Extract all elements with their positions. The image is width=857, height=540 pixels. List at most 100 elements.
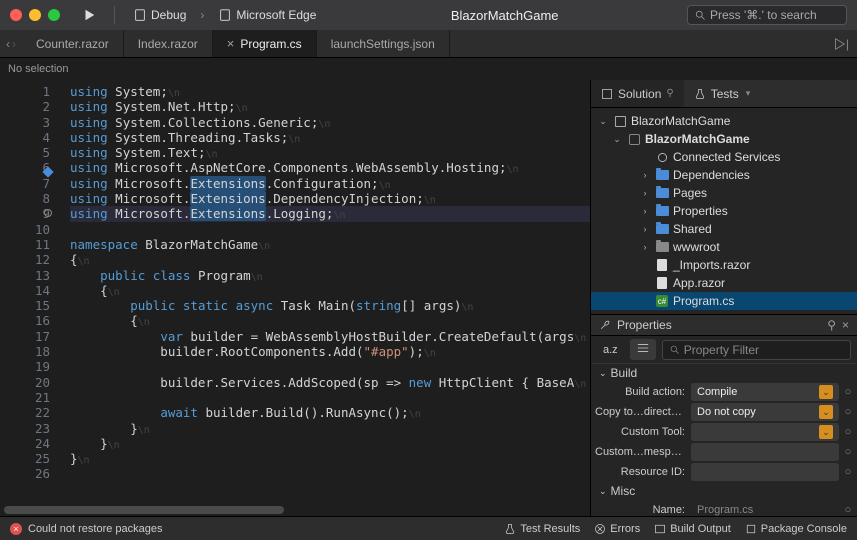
tab-tests[interactable]: Tests ▾ (684, 80, 761, 107)
file-icon (657, 259, 667, 271)
tab-counter-razor[interactable]: Counter.razor (22, 30, 124, 57)
prop-marker[interactable]: ○ (843, 466, 853, 478)
properties-header: Properties ⚲ × (591, 314, 857, 336)
expand-icon[interactable]: › (639, 170, 651, 180)
close-icon[interactable]: × (842, 318, 849, 332)
prop-value[interactable] (691, 463, 839, 481)
maximize-window-button[interactable] (48, 9, 60, 21)
property-filter-input[interactable]: Property Filter (662, 340, 851, 360)
expand-icon[interactable]: ⌄ (597, 116, 609, 127)
tree-label: Pages (673, 186, 707, 200)
prop-group-build[interactable]: ⌄ Build (591, 364, 857, 382)
tree-project[interactable]: ⌄ BlazorMatchGame (591, 130, 857, 148)
horizontal-scrollbar[interactable] (0, 506, 590, 516)
play-icon (82, 8, 96, 22)
prop-value[interactable]: Program.cs (691, 501, 839, 516)
tab-label: Index.razor (138, 37, 198, 51)
status-package-console[interactable]: Package Console (745, 523, 847, 535)
prop-marker[interactable]: ○ (843, 426, 853, 438)
tree-solution-root[interactable]: ⌄ BlazorMatchGame (591, 112, 857, 130)
status-build-output[interactable]: Build Output (654, 523, 731, 535)
tree-label: wwwroot (673, 240, 720, 254)
status-errors[interactable]: Errors (594, 523, 640, 535)
categorize-button[interactable] (630, 339, 656, 360)
tree-item-program-cs[interactable]: c#Program.cs (591, 292, 857, 310)
prop-marker[interactable]: ○ (843, 386, 853, 398)
filter-placeholder: Property Filter (684, 343, 759, 357)
prop-label: Custom…mespace: (595, 446, 691, 458)
debug-label: Debug (151, 8, 186, 22)
tree-label: Shared (673, 222, 712, 236)
run-button[interactable] (76, 6, 102, 24)
tab-launchsettings-json[interactable]: launchSettings.json (317, 30, 450, 57)
prop-row: Name:Program.cs○ (591, 500, 857, 516)
prop-value[interactable]: Compile⌄ (691, 383, 839, 401)
tree-label: Properties (673, 204, 728, 218)
tree-item-_imports-razor[interactable]: _Imports.razor (591, 256, 857, 274)
dropdown-icon[interactable]: ⌄ (819, 405, 833, 419)
service-icon (656, 151, 669, 164)
status-test-results[interactable]: Test Results (504, 523, 580, 535)
tree-label: Connected Services (673, 150, 780, 164)
search-placeholder: Press '⌘.' to search (710, 8, 817, 22)
expand-icon[interactable]: ⌄ (611, 134, 623, 145)
browser-target-select[interactable]: Microsoft Edge (212, 6, 322, 24)
tree-item-wwwroot[interactable]: › wwwroot (591, 238, 857, 256)
search-icon (694, 9, 706, 21)
close-icon[interactable]: × (227, 36, 235, 51)
tab-solution[interactable]: Solution ⚲ (591, 80, 684, 107)
tab-program-cs[interactable]: ×Program.cs (213, 30, 317, 57)
tree-label: BlazorMatchGame (645, 132, 750, 146)
pin-icon[interactable]: ⚲ (827, 318, 836, 332)
prop-label: Build action: (595, 386, 691, 398)
prop-marker[interactable]: ○ (843, 406, 853, 418)
minimize-window-button[interactable] (29, 9, 41, 21)
prop-row: Build action:Compile⌄ ○ (591, 382, 857, 402)
prop-row: Custom…mespace: ○ (591, 442, 857, 462)
expand-icon[interactable]: › (639, 206, 651, 216)
prop-marker[interactable]: ○ (843, 446, 853, 458)
expand-icon[interactable]: › (639, 188, 651, 198)
pin-icon[interactable]: ⚲ (666, 88, 673, 99)
tree-label: BlazorMatchGame (631, 114, 730, 128)
prop-group-misc[interactable]: ⌄ Misc (591, 482, 857, 500)
device-icon (133, 8, 147, 22)
device-icon (218, 8, 232, 22)
breadcrumb[interactable]: No selection (0, 58, 857, 80)
prop-value[interactable]: Do not copy⌄ (691, 403, 839, 421)
dropdown-icon[interactable]: ⌄ (819, 425, 833, 439)
status-error-message[interactable]: Could not restore packages (28, 523, 163, 535)
expand-icon[interactable]: › (639, 224, 651, 234)
run-to-cursor-icon[interactable]: | (824, 30, 857, 57)
tree-item-connected-services[interactable]: Connected Services (591, 148, 857, 166)
global-search[interactable]: Press '⌘.' to search (687, 5, 847, 25)
expand-icon[interactable]: › (639, 242, 651, 252)
tab-solution-label: Solution (618, 87, 661, 101)
folder-icon (656, 224, 669, 234)
prop-value[interactable]: ⌄ (691, 423, 839, 441)
editor-tabs: ‹ › Counter.razor Index.razor ×Program.csl… (0, 30, 857, 58)
nav-forward-button[interactable]: › (12, 37, 16, 51)
tree-item-dependencies[interactable]: ›Dependencies (591, 166, 857, 184)
tab-index-razor[interactable]: Index.razor (124, 30, 213, 57)
code-editor[interactable]: 1234567891011121314151617181920212223242… (0, 80, 590, 506)
close-window-button[interactable] (10, 9, 22, 21)
prop-row: Custom Tool: ⌄ ○ (591, 422, 857, 442)
debug-config-select[interactable]: Debug (127, 6, 192, 24)
tree-item-shared[interactable]: › Shared (591, 220, 857, 238)
nav-back-button[interactable]: ‹ (6, 37, 10, 51)
prop-marker[interactable]: ○ (843, 504, 853, 516)
sort-alpha-button[interactable]: a.z (597, 341, 624, 359)
tree-item-properties[interactable]: › Properties (591, 202, 857, 220)
dropdown-icon[interactable]: ⌄ (819, 385, 833, 399)
error-icon (594, 523, 606, 535)
solution-tree[interactable]: ⌄ BlazorMatchGame ⌄ BlazorMatchGame Connecte… (591, 108, 857, 314)
tree-item-pages[interactable]: › Pages (591, 184, 857, 202)
tree-label: _Imports.razor (673, 258, 750, 272)
tree-item-app-razor[interactable]: App.razor (591, 274, 857, 292)
prop-label: Custom Tool: (595, 426, 691, 438)
cs-file-icon: c# (656, 295, 668, 307)
tests-icon (504, 523, 516, 535)
prop-value[interactable] (691, 443, 839, 461)
line-gutter[interactable]: 1234567891011121314151617181920212223242… (0, 80, 58, 506)
